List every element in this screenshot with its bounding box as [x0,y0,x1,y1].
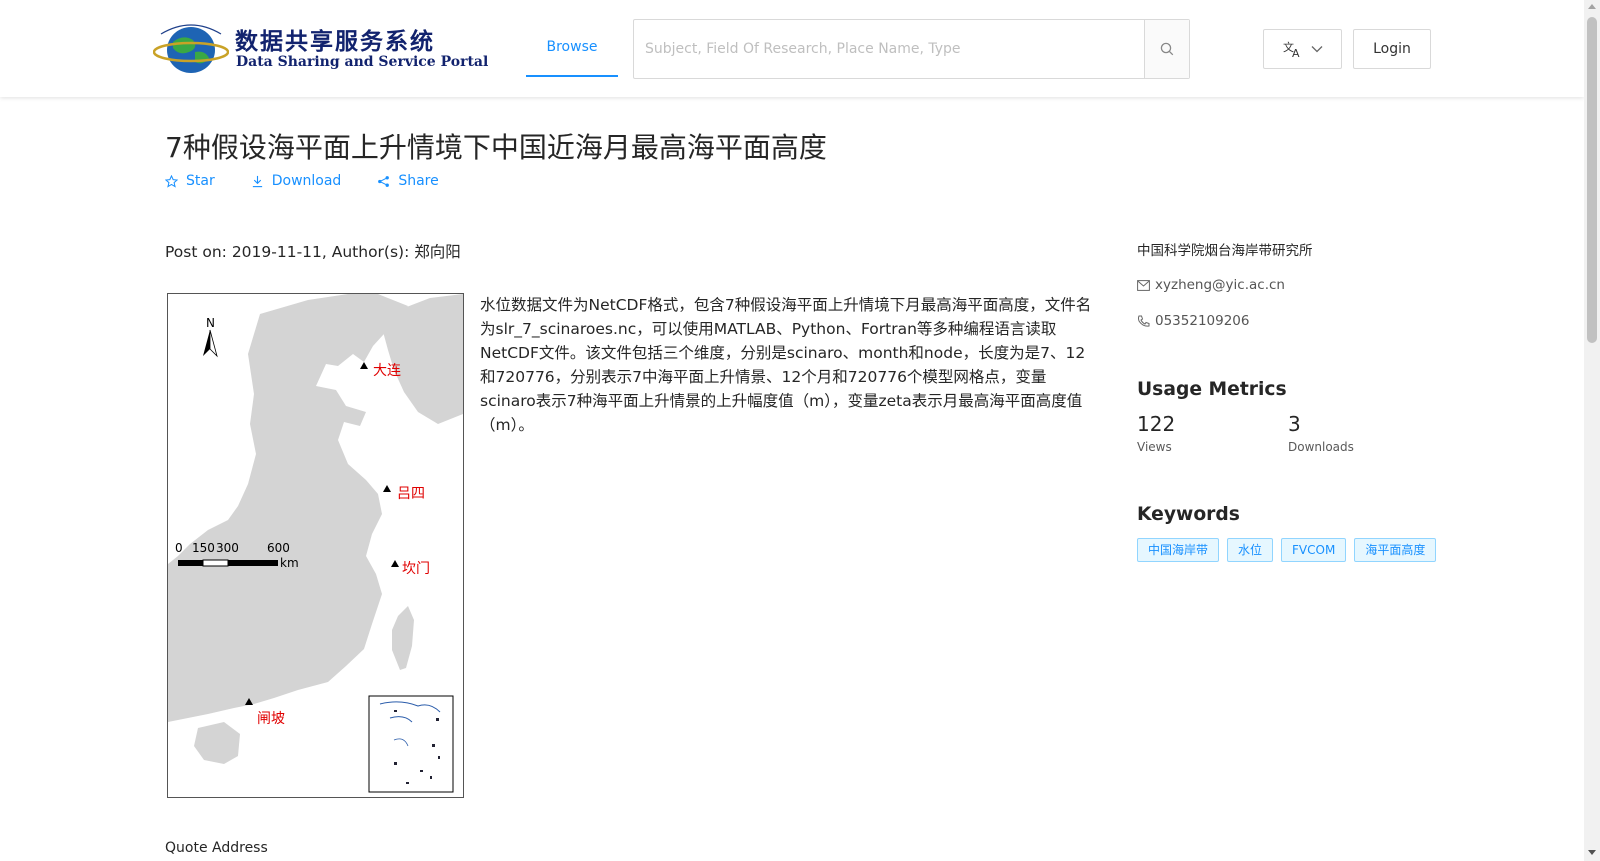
scroll-up-arrow-icon[interactable] [1588,4,1596,9]
share-button[interactable]: Share [377,173,439,189]
chevron-down-icon [1311,46,1322,53]
station-label-dalian: 大连 [373,363,401,379]
share-label: Share [398,173,439,189]
usage-metrics-heading: Usage Metrics [1137,379,1287,400]
station-marker-icon [360,362,368,369]
downloads-count: 3 [1288,412,1301,436]
views-label: Views [1137,440,1172,454]
contact-email[interactable]: xyzheng@yic.ac.cn [1137,277,1437,293]
search-button[interactable] [1144,20,1189,78]
download-label: Download [271,173,342,189]
quote-address-heading: Quote Address [165,840,268,856]
south-china-sea-inset [368,695,454,793]
scale-label-600: 600 [267,541,290,555]
station-marker-icon [391,560,399,567]
views-metric: 122 Views [1137,412,1175,454]
china-coast-map: N 大连 吕四 坎门 闸坡 0 150 300 600 km [168,294,463,793]
scale-bar [178,559,278,567]
search-input[interactable] [634,20,1144,78]
search-icon [1160,42,1174,56]
keyword-tag[interactable]: 水位 [1227,538,1274,562]
scroll-down-arrow-icon[interactable] [1588,850,1596,855]
downloads-metric: 3 Downloads [1288,412,1354,454]
star-button[interactable]: Star [165,173,215,189]
phone-text: 05352109206 [1155,313,1250,329]
star-icon [165,174,178,188]
usage-metrics: Usage Metrics 122 Views 3 Downloads [1137,379,1437,454]
dataset-description: 水位数据文件为NetCDF格式，包含7种假设海平面上升情境下月最高海平面高度，文… [480,296,1092,434]
views-count: 122 [1137,412,1176,436]
keywords-heading: Keywords [1137,504,1240,525]
login-button[interactable]: Login [1353,29,1431,69]
keyword-tag[interactable]: 海平面高度 [1354,538,1437,562]
station-marker-icon [383,485,391,492]
email-text: xyzheng@yic.ac.cn [1155,277,1285,293]
contact-panel: 中国科学院烟台海岸带研究所 xyzheng@yic.ac.cn 05352109… [1137,239,1437,329]
star-label: Star [186,173,215,189]
keyword-tag[interactable]: FVCOM [1281,538,1347,562]
keyword-tags: 中国海岸带 水位 FVCOM 海平面高度 [1137,538,1447,562]
page-scrollbar[interactable] [1584,0,1600,861]
mail-icon [1137,279,1150,291]
post-meta: Post on: 2019-11-11, Author(s): 郑向阳 [165,243,461,261]
scroll-thumb[interactable] [1587,17,1597,343]
north-label: N [206,316,215,330]
map-land-hainan [194,722,240,764]
scale-unit: km [280,556,299,570]
station-label-lusi: 吕四 [397,486,425,502]
scale-label-300: 300 [216,541,239,555]
keywords-section: Keywords 中国海岸带 水位 FVCOM 海平面高度 [1137,504,1447,562]
svg-text:A: A [1292,47,1300,58]
downloads-label: Downloads [1288,440,1354,454]
contact-phone[interactable]: 05352109206 [1137,313,1437,329]
site-logo[interactable]: 数据共享服务系统 Data Sharing and Service Portal [153,20,488,78]
station-label-kanmen: 坎门 [402,561,430,577]
globe-logo-icon [153,24,229,73]
scale-label-150: 150 [192,541,215,555]
keyword-tag[interactable]: 中国海岸带 [1137,538,1220,562]
translate-icon: 文 A [1283,40,1300,58]
map-land-mainland [168,294,408,722]
map-land-taiwan [392,606,414,670]
dataset-map-image: N 大连 吕四 坎门 闸坡 0 150 300 600 km [167,293,464,798]
search-bar [633,19,1190,79]
download-button[interactable]: Download [251,173,342,189]
language-selector[interactable]: 文 A [1263,29,1342,69]
nav-browse-tab[interactable]: Browse [526,20,618,77]
phone-icon [1138,315,1150,327]
scale-label-0: 0 [175,541,183,555]
dataset-actions: Star Download Share [165,173,475,189]
download-icon [252,175,262,187]
organization-name: 中国科学院烟台海岸带研究所 [1137,243,1313,259]
page-title: 7种假设海平面上升情境下中国近海月最高海平面高度 [165,131,827,164]
logo-english-text: Data Sharing and Service Portal [236,54,489,70]
station-label-zhapo: 闸坡 [257,711,285,727]
top-header: 数据共享服务系统 Data Sharing and Service Portal… [0,0,1584,97]
logo-chinese-text: 数据共享服务系统 [235,29,435,55]
share-icon [378,175,390,187]
